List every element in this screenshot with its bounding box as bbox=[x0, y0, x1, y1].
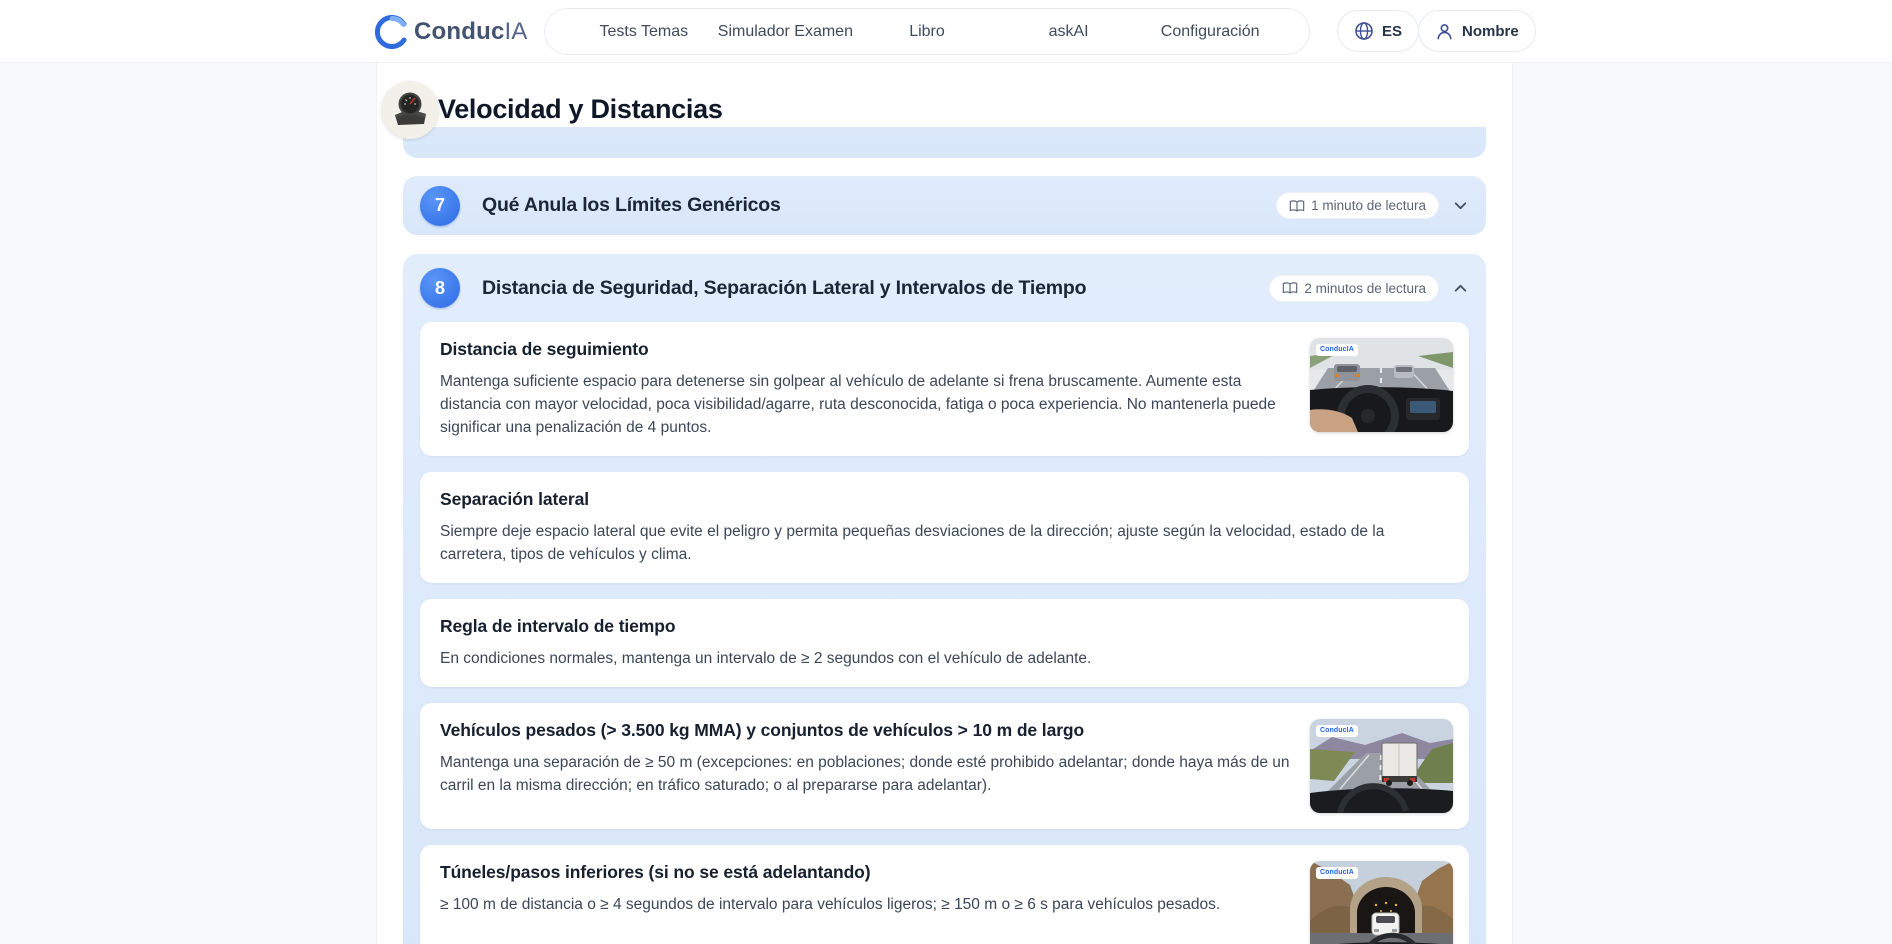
topic-card-tuneles: Túneles/pasos inferiores (si no se está … bbox=[420, 845, 1469, 944]
speedometer-topic-icon bbox=[381, 81, 439, 139]
reading-time-badge: 2 minutos de lectura bbox=[1269, 275, 1439, 302]
card-heading: Túneles/pasos inferiores (si no se está … bbox=[440, 862, 1295, 883]
section-number-badge: 7 bbox=[420, 186, 460, 226]
nav-item-configuracion[interactable]: Configuración bbox=[1139, 23, 1281, 41]
card-body: Siempre deje espacio lateral que evite e… bbox=[440, 520, 1449, 566]
logo-text: ConducIA bbox=[414, 18, 528, 46]
reading-time-label: 2 minutos de lectura bbox=[1304, 281, 1426, 296]
card-body: En condiciones normales, mantenga un int… bbox=[440, 647, 1449, 670]
card-body: Mantenga una separación de ≥ 50 m (excep… bbox=[440, 751, 1295, 797]
nav-item-askai[interactable]: askAI bbox=[998, 23, 1140, 41]
card-body: Mantenga suficiente espacio para detener… bbox=[440, 370, 1295, 439]
topic-card-vehiculos-pesados: Vehículos pesados (> 3.500 kg MMA) y con… bbox=[420, 703, 1469, 829]
card-heading: Regla de intervalo de tiempo bbox=[440, 616, 1449, 637]
logo-c-icon bbox=[375, 15, 409, 49]
section-card-8: 8 Distancia de Seguridad, Separación Lat… bbox=[403, 254, 1486, 944]
topic-card-intervalo-tiempo: Regla de intervalo de tiempo En condicio… bbox=[420, 599, 1469, 687]
section-number-badge: 8 bbox=[420, 268, 460, 308]
globe-icon bbox=[1354, 21, 1374, 41]
reading-time-badge: 1 minuto de lectura bbox=[1276, 192, 1439, 219]
card-image-truck-on-road: ConducIA bbox=[1310, 719, 1453, 813]
book-icon bbox=[1289, 199, 1305, 213]
nav-item-simulador-examen[interactable]: Simulador Examen bbox=[715, 23, 857, 41]
content-column: Velocidad y Distancias 7 Qué Anula los L… bbox=[376, 63, 1513, 944]
card-heading: Distancia de seguimiento bbox=[440, 339, 1295, 360]
reading-time-label: 1 minuto de lectura bbox=[1311, 198, 1426, 213]
nav-item-tests-temas[interactable]: Tests Temas bbox=[573, 23, 715, 41]
topic-card-distancia-seguimiento: Distancia de seguimiento Mantenga sufici… bbox=[420, 322, 1469, 456]
sections-list: 7 Qué Anula los Límites Genéricos 1 minu… bbox=[377, 127, 1512, 944]
card-image-driver-view-highway: ConducIA bbox=[1310, 338, 1453, 432]
section-card-7[interactable]: 7 Qué Anula los Límites Genéricos 1 minu… bbox=[403, 176, 1486, 235]
main-nav: Tests Temas Simulador Examen Libro askAI… bbox=[544, 8, 1310, 55]
image-watermark: ConducIA bbox=[1316, 344, 1358, 356]
user-icon bbox=[1435, 22, 1454, 41]
language-label: ES bbox=[1382, 23, 1402, 40]
section-card-previous[interactable] bbox=[403, 127, 1486, 158]
section-title: Qué Anula los Límites Genéricos bbox=[482, 194, 781, 217]
section-8-content: Distancia de seguimiento Mantenga sufici… bbox=[403, 322, 1486, 944]
section-8-header[interactable]: 8 Distancia de Seguridad, Separación Lat… bbox=[403, 254, 1486, 322]
card-body: ≥ 100 m de distancia o ≥ 4 segundos de i… bbox=[440, 893, 1295, 916]
chevron-up-icon[interactable] bbox=[1452, 280, 1469, 297]
topic-card-separacion-lateral: Separación lateral Siempre deje espacio … bbox=[420, 472, 1469, 583]
navbar: ConducIA Tests Temas Simulador Examen Li… bbox=[0, 0, 1892, 63]
page-title: Velocidad y Distancias bbox=[438, 94, 723, 125]
image-watermark: ConducIA bbox=[1316, 867, 1358, 879]
card-heading: Vehículos pesados (> 3.500 kg MMA) y con… bbox=[440, 720, 1295, 741]
logo[interactable]: ConducIA bbox=[375, 0, 528, 63]
book-icon bbox=[1282, 281, 1298, 295]
user-menu[interactable]: Nombre bbox=[1418, 10, 1536, 52]
chevron-down-icon[interactable] bbox=[1452, 197, 1469, 214]
language-switcher[interactable]: ES bbox=[1337, 10, 1419, 52]
section-title: Distancia de Seguridad, Separación Later… bbox=[482, 277, 1086, 300]
card-image-tunnel-entrance: ConducIA bbox=[1310, 861, 1453, 944]
user-label: Nombre bbox=[1462, 23, 1519, 40]
page-header: Velocidad y Distancias bbox=[377, 63, 1512, 127]
card-heading: Separación lateral bbox=[440, 489, 1449, 510]
image-watermark: ConducIA bbox=[1316, 725, 1358, 737]
nav-item-libro[interactable]: Libro bbox=[856, 23, 998, 41]
